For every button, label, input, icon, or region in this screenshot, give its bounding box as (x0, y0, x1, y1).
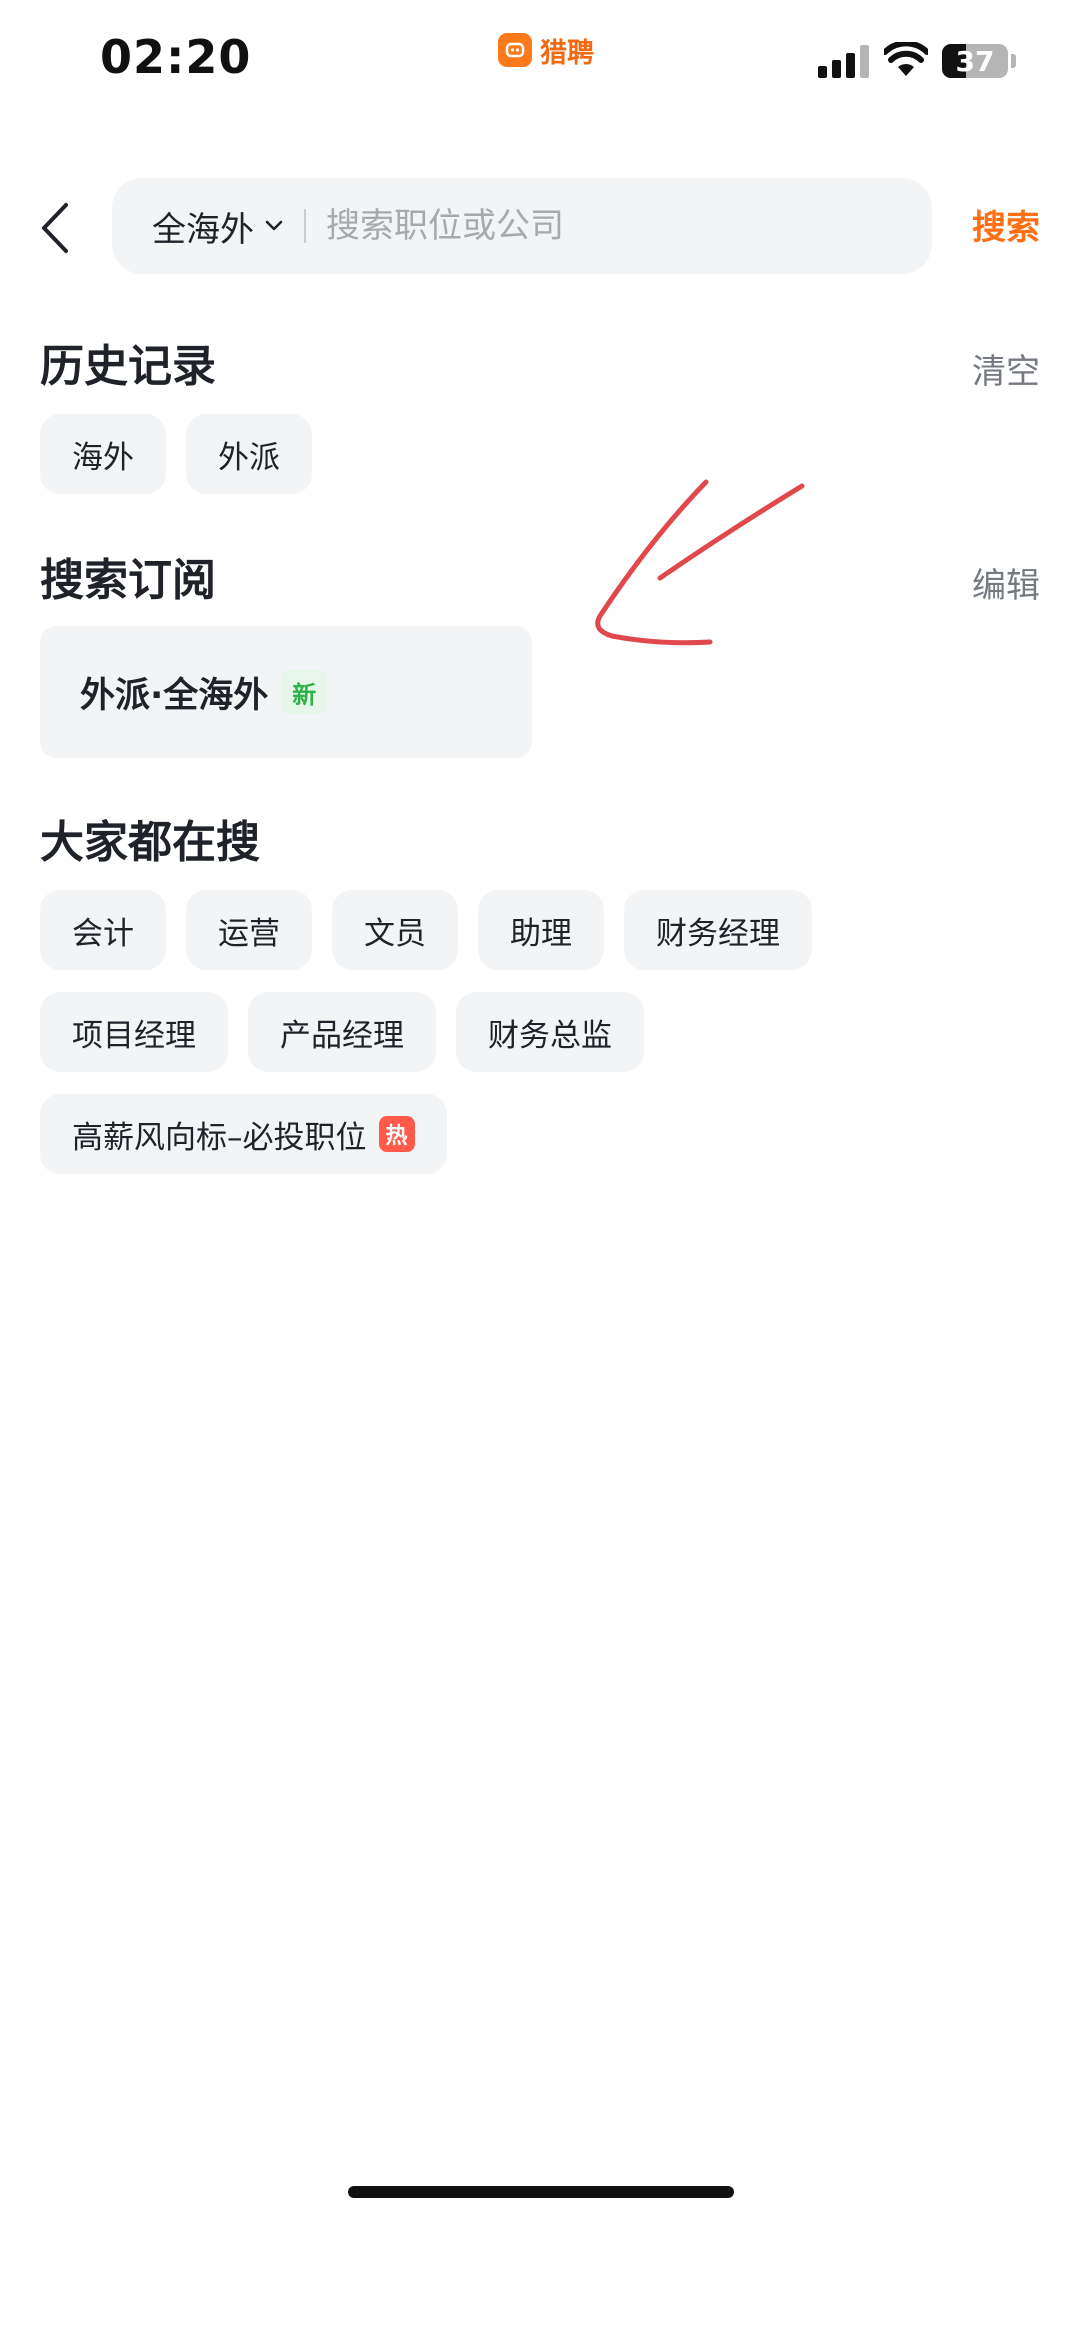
popular-chip[interactable]: 会计 (40, 890, 166, 970)
home-indicator (348, 2186, 734, 2198)
popular-row-3: 高薪风向标–必投职位 热 (40, 1094, 447, 1174)
popular-chip[interactable]: 助理 (478, 890, 604, 970)
popular-chip-hot[interactable]: 高薪风向标–必投职位 热 (40, 1094, 447, 1174)
popular-chip[interactable]: 项目经理 (40, 992, 228, 1072)
popular-row-1: 会计 运营 文员 助理 财务经理 (40, 890, 812, 970)
popular-chip[interactable]: 文员 (332, 890, 458, 970)
hot-badge: 热 (378, 1116, 415, 1152)
popular-title: 大家都在搜 (40, 817, 260, 868)
popular-chip-label: 高薪风向标–必投职位 (72, 1119, 367, 1156)
popular-row-2: 项目经理 产品经理 财务总监 (40, 992, 644, 1072)
popular-chip[interactable]: 财务总监 (456, 992, 644, 1072)
annotation-arrow (595, 479, 805, 646)
popular-chip[interactable]: 财务经理 (624, 890, 812, 970)
popular-chip[interactable]: 产品经理 (248, 992, 436, 1072)
popular-chip[interactable]: 运营 (186, 890, 312, 970)
